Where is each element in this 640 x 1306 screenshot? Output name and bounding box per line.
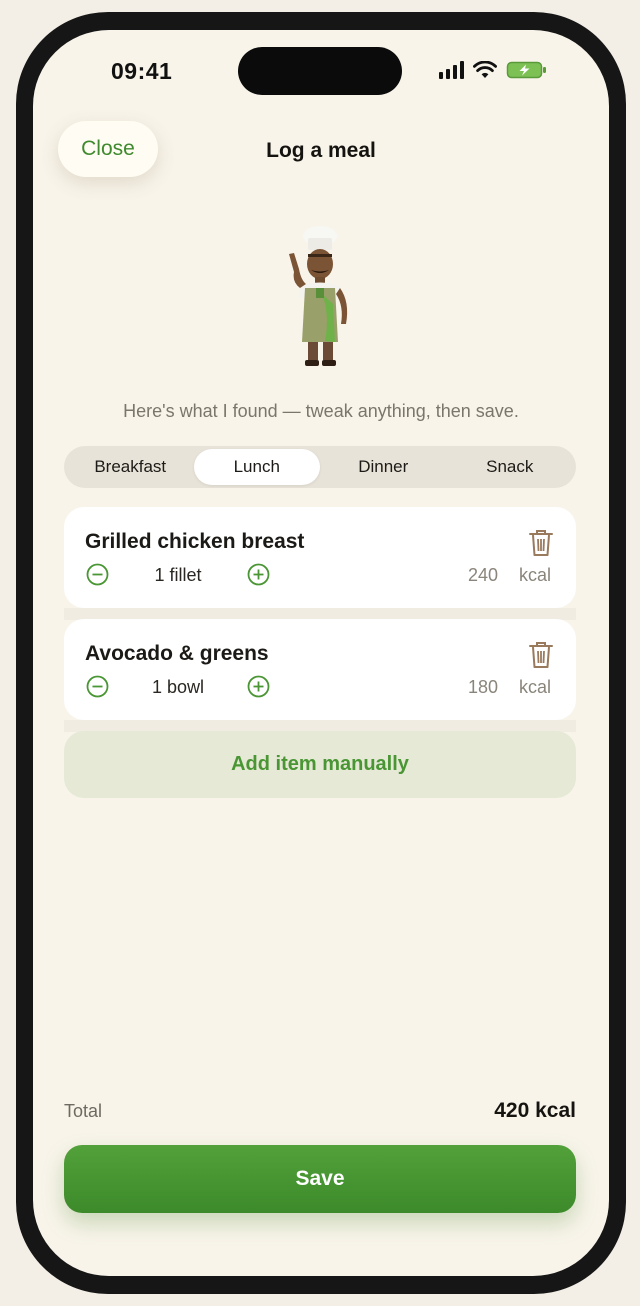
food-item-name: Avocado & greens	[85, 642, 269, 665]
food-item-quantity: 1 fillet	[154, 565, 202, 585]
save-button[interactable]: Save	[64, 1145, 576, 1213]
food-item-card: Avocado & greens 1 bowl 180 kcal	[64, 619, 576, 720]
page-title: Log a meal	[266, 139, 376, 162]
total-label: Total	[64, 1101, 103, 1121]
tab-lunch[interactable]: Lunch	[193, 449, 320, 485]
calorie-unit: kcal	[519, 565, 552, 585]
increase-quantity-icon[interactable]	[247, 563, 270, 586]
chef-mascot-illustration	[289, 226, 348, 366]
decrease-quantity-icon[interactable]	[86, 675, 109, 698]
calorie-unit: kcal	[519, 677, 552, 697]
food-item-card: Grilled chicken breast 1 fillet 240 kcal	[64, 507, 576, 608]
food-item-calories[interactable]: 240	[444, 565, 498, 586]
assistant-message: Here's what I found — tweak anything, th…	[123, 401, 519, 421]
increase-quantity-icon[interactable]	[247, 675, 270, 698]
status-time: 09:41	[111, 58, 173, 84]
food-item-calories[interactable]: 180	[444, 677, 498, 698]
add-item-manually-button[interactable]: Add item manually	[64, 731, 576, 798]
trash-icon[interactable]	[528, 641, 554, 669]
food-item-quantity: 1 bowl	[151, 677, 205, 697]
meal-type-selector: Breakfast Lunch Dinner Snack	[64, 446, 576, 488]
wifi-icon	[473, 61, 497, 78]
dynamic-island	[238, 47, 402, 95]
decrease-quantity-icon[interactable]	[86, 563, 109, 586]
tab-snack[interactable]: Snack	[447, 449, 574, 485]
tab-breakfast[interactable]: Breakfast	[67, 449, 194, 485]
total-calories: 420 kcal	[494, 1099, 576, 1122]
cellular-signal-icon	[439, 61, 464, 79]
tab-dinner[interactable]: Dinner	[320, 449, 447, 485]
trash-icon[interactable]	[528, 529, 554, 557]
screen: 09:41 Close Log a meal Here's what I fou…	[33, 30, 609, 1276]
phone-frame: 09:41 Close Log a meal Here's what I fou…	[16, 12, 626, 1294]
status-icons	[439, 60, 548, 80]
food-item-name: Grilled chicken breast	[85, 530, 305, 553]
battery-charging-icon	[506, 61, 546, 79]
